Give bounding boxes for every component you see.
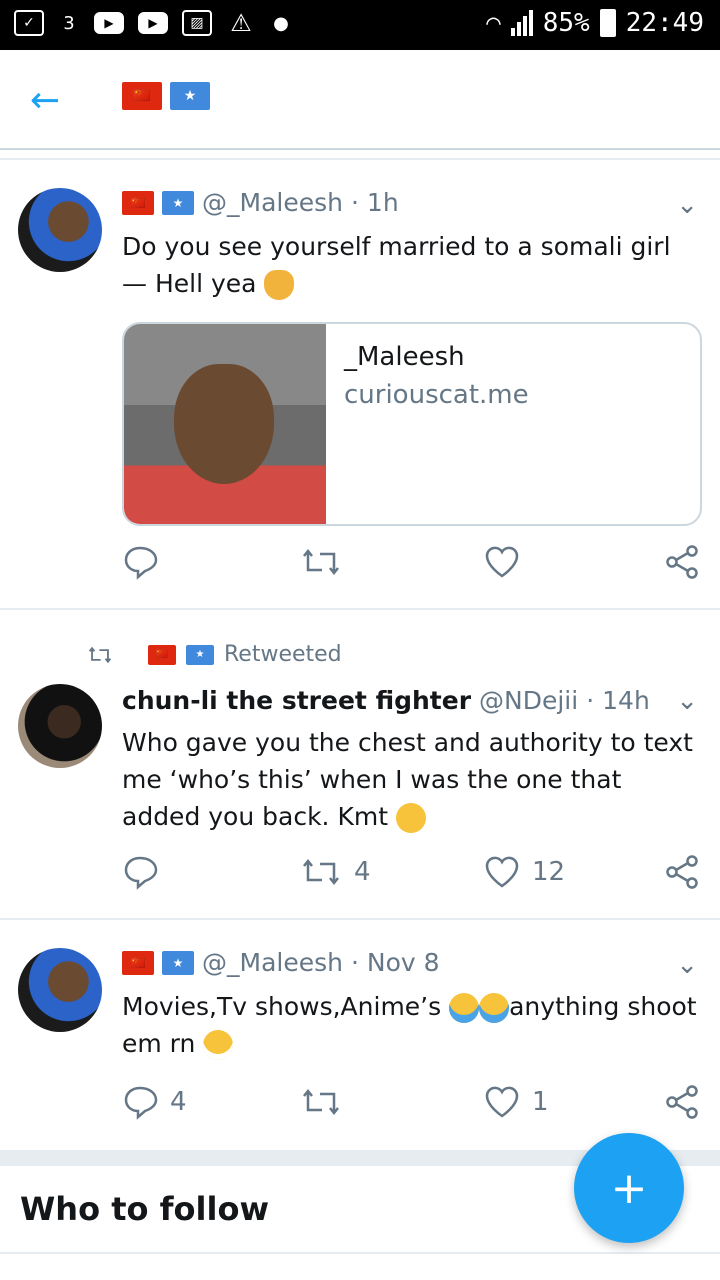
reply-icon [124,856,158,890]
somalia-flag-icon: ★ [162,190,194,215]
tweet-time: Nov 8 [366,948,440,977]
avatar[interactable] [18,948,102,1032]
retweeted-label: Retweeted [224,642,342,667]
heart-icon [485,546,519,578]
share-button[interactable] [664,854,700,890]
chevron-down-icon[interactable]: ⌄ [676,686,698,716]
tweet-text-content: Do you see yourself married to a somali … [122,232,671,298]
battery-icon [599,9,616,37]
chevron-down-icon[interactable]: ⌄ [676,190,698,220]
display-name[interactable]: chun-li the street fighter [122,686,471,715]
user-handle[interactable]: @_Maleesh [202,188,343,217]
reply-count: 4 [170,1087,187,1117]
share-button[interactable] [664,1084,700,1120]
reply-icon [124,546,158,580]
arrow-left-icon[interactable]: ← [30,80,60,121]
card-image [124,324,326,524]
tweet-text: Do you see yourself married to a somali … [122,228,702,302]
angry-face-emoji-icon [395,803,426,833]
avatar[interactable] [18,188,102,272]
battery-percent: 85% [542,8,590,38]
tweet-text-content: Movies,Tv shows,Anime’s [122,992,450,1021]
divider [0,608,720,610]
card-domain: curiouscat.me [344,380,529,410]
tweet-time: 1h [366,188,399,217]
share-icon [666,1085,698,1119]
compose-button[interactable]: + [574,1133,684,1243]
youtube-icon: ▶ [94,12,124,34]
reply-icon [124,1086,158,1120]
share-icon [666,855,698,889]
signal-icon [510,10,533,36]
compose-icon: + [610,1162,648,1214]
somalia-flag-icon: ★ [170,82,210,110]
retweet-icon [303,1088,339,1116]
share-icon [666,545,698,579]
tweet-header: 🇨🇳 ★ @_Maleesh · Nov 8 [122,948,440,977]
tweet-text: Who gave you the chest and authority to … [122,724,697,835]
app-header: ← 🇨🇳 ★ [0,50,720,150]
heart-icon [485,856,519,888]
somalia-flag-icon: ★ [186,644,214,665]
retweet-button[interactable] [300,544,354,580]
tweet-actions [122,544,702,584]
like-count: 12 [532,857,566,887]
facepalm-emoji-icon [264,270,295,300]
divider [0,158,720,160]
retweet-icon [88,646,112,663]
reply-button[interactable] [122,854,170,890]
avatar[interactable] [18,684,102,768]
separator-dot: · [586,686,595,715]
wifi-icon: ◠ [486,9,501,37]
divider [0,1252,720,1254]
separator-dot: · [350,188,359,217]
retweet-button[interactable] [300,1084,354,1120]
header-flags: 🇨🇳 ★ [122,82,210,110]
like-button[interactable] [484,544,532,580]
gallery-icon: ▨ [182,10,212,36]
user-handle[interactable]: @_Maleesh [202,948,343,977]
sneezing-emoji-icon [203,1030,234,1060]
retweet-button[interactable]: 4 [300,854,371,890]
card-title: _Maleesh [344,342,465,372]
who-to-follow-heading: Who to follow [20,1190,270,1228]
like-count: 1 [532,1087,549,1117]
retweet-icon [303,858,339,886]
reply-button[interactable]: 4 [122,1084,187,1120]
clock: 22:49 [625,8,704,38]
retweet-count: 4 [354,857,371,887]
separator-dot: · [350,948,359,977]
link-card[interactable]: _Maleesh curiouscat.me [122,322,702,526]
tweet-header: chun-li the street fighter @NDejii · 14h [122,686,650,715]
china-flag-icon: 🇨🇳 [122,82,162,110]
retweet-icon [303,548,339,576]
reply-button[interactable] [122,544,170,580]
like-button[interactable]: 12 [484,854,565,890]
like-button[interactable]: 1 [484,1084,549,1120]
user-handle[interactable]: @NDejii [479,686,578,715]
share-button[interactable] [664,544,700,580]
tweet-actions: 4 12 [122,854,702,894]
somalia-flag-icon: ★ [162,950,194,975]
youtube-icon: ▶ [138,12,168,34]
crying-emoji-icon [449,993,480,1023]
tweet-text: Movies,Tv shows,Anime’s anything shoot e… [122,988,702,1062]
tweet-time: 14h [602,686,650,715]
crying-emoji-icon [479,993,510,1023]
status-bar: ✓ 3 ▶ ▶ ▨ ⚠ ● ◠ 85% 22:49 [0,0,720,50]
alert-icon: ● [273,12,289,34]
divider [0,918,720,920]
screenshot-icon: ✓ [14,10,44,36]
tweet-actions: 4 1 [122,1084,702,1124]
china-flag-icon: 🇨🇳 [148,644,176,665]
tweet-header: 🇨🇳 ★ @_Maleesh · 1h [122,188,399,217]
heart-icon [485,1086,519,1118]
carrier-3-icon: 3 [63,12,75,34]
china-flag-icon: 🇨🇳 [122,950,154,975]
china-flag-icon: 🇨🇳 [122,190,154,215]
warning-icon: ⚠ [230,9,252,37]
retweeted-indicator: 🇨🇳 ★ Retweeted [86,642,342,667]
chevron-down-icon[interactable]: ⌄ [676,950,698,980]
